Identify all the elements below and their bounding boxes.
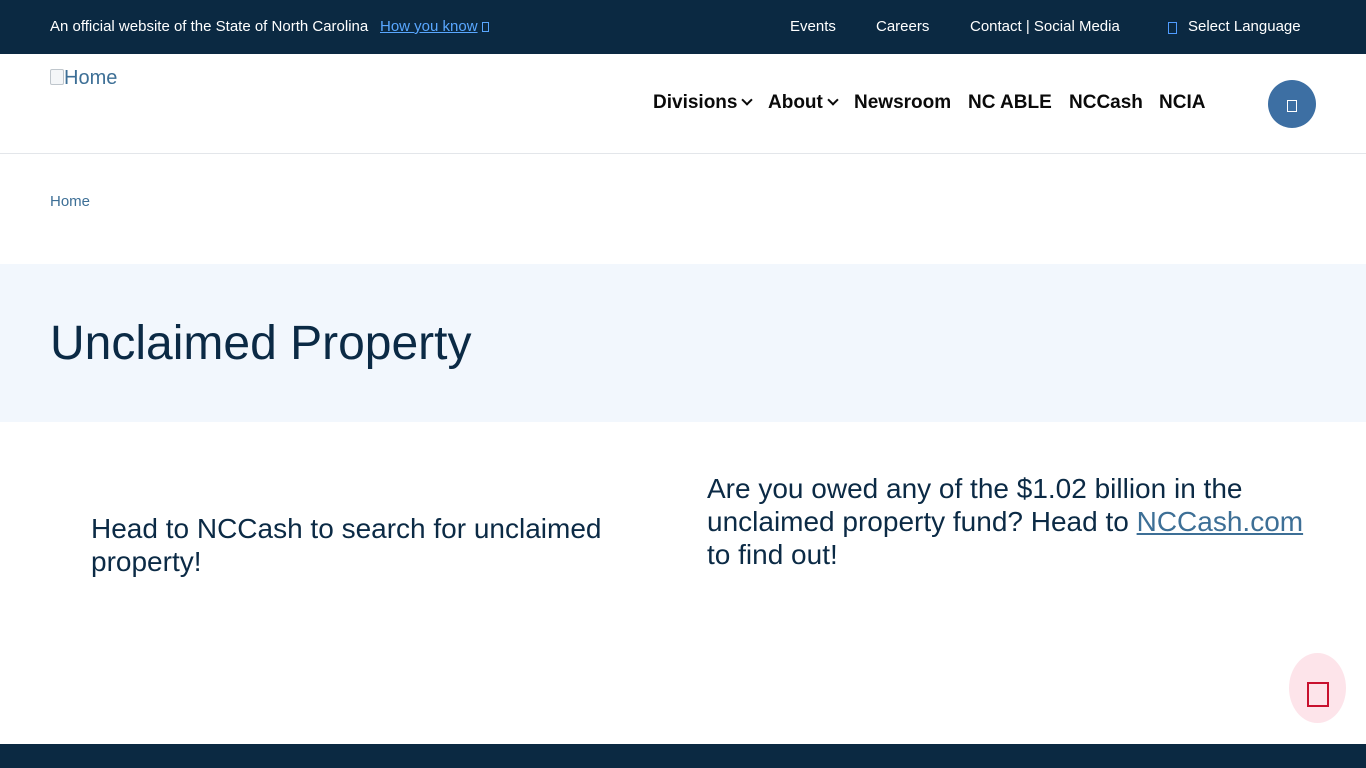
external-link-icon (481, 22, 489, 32)
chat-icon (1307, 682, 1329, 707)
search-button[interactable] (1268, 80, 1316, 128)
broken-image-icon (50, 69, 64, 85)
breadcrumb-home-link[interactable]: Home (50, 193, 90, 210)
chevron-down-icon (741, 94, 754, 106)
nav-divisions[interactable]: Divisions (653, 92, 754, 114)
unclaimed-fund-text: Are you owed any of the $1.02 billion in… (707, 472, 1307, 571)
nccash-link[interactable]: NCCash.com (1137, 506, 1303, 537)
careers-link[interactable]: Careers (876, 18, 929, 35)
how-you-know-link[interactable]: How you know (380, 18, 489, 35)
how-you-know-label: How you know (380, 18, 478, 35)
nav-about-label: About (768, 92, 823, 113)
nav-nc-able[interactable]: NC ABLE (968, 92, 1052, 114)
home-logo-link[interactable]: Home (50, 67, 117, 90)
page-hero: Unclaimed Property (0, 264, 1366, 422)
chevron-down-icon (827, 94, 839, 106)
events-link[interactable]: Events (790, 18, 836, 35)
nav-nccash[interactable]: NCCash (1069, 92, 1143, 114)
nccash-promo-text: Head to NCCash to search for unclaimed p… (91, 513, 602, 577)
chat-button[interactable] (1289, 653, 1346, 723)
search-icon (1287, 100, 1297, 112)
official-banner: An official website of the State of Nort… (0, 0, 1366, 54)
nav-about[interactable]: About (768, 92, 839, 114)
globe-icon (1168, 22, 1177, 34)
contact-social-link[interactable]: Contact | Social Media (970, 18, 1120, 35)
page-title: Unclaimed Property (50, 317, 472, 370)
site-header: Home Divisions About Newsroom NC ABLE NC… (0, 54, 1366, 154)
nav-newsroom[interactable]: Newsroom (854, 92, 951, 114)
nav-ncia[interactable]: NCIA (1159, 92, 1205, 114)
site-footer (0, 744, 1366, 768)
nav-divisions-label: Divisions (653, 92, 738, 113)
official-site-text: An official website of the State of Nort… (50, 18, 369, 35)
logo-alt-text: Home (64, 67, 118, 89)
unclaimed-fund-text-end: to find out! (707, 539, 838, 570)
select-language-button[interactable]: Select Language (1188, 18, 1301, 35)
